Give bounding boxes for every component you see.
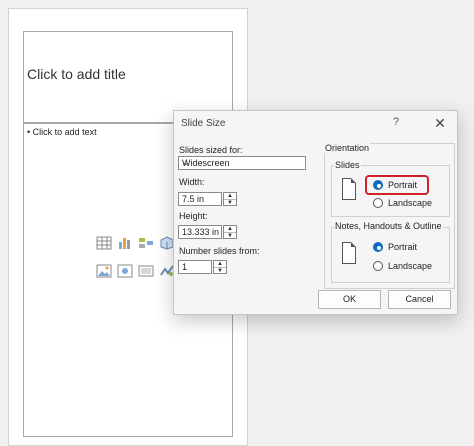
spin-down-icon[interactable]: ▼ xyxy=(214,267,226,274)
height-label: Height: xyxy=(179,211,208,221)
cancel-button[interactable]: Cancel xyxy=(388,290,451,309)
close-icon[interactable]: ✕ xyxy=(429,113,451,133)
height-field[interactable]: 13.333 in xyxy=(178,225,222,239)
spin-down-icon[interactable]: ▼ xyxy=(224,199,236,206)
number-slides-spinner[interactable]: ▲ ▼ xyxy=(213,260,227,274)
notes-group-label: Notes, Handouts & Outline xyxy=(334,221,443,231)
number-slides-from-value: 1 xyxy=(182,262,188,272)
slides-sized-for-label: Slides sized for: xyxy=(179,145,243,155)
table-icon[interactable] xyxy=(96,236,112,250)
help-button[interactable]: ? xyxy=(393,116,399,128)
notes-landscape-label[interactable]: Landscape xyxy=(388,261,432,271)
smartart-icon[interactable] xyxy=(138,236,154,250)
video-icon[interactable] xyxy=(138,264,154,278)
height-value: 13.333 in xyxy=(182,227,220,237)
chart-icon[interactable] xyxy=(117,236,133,250)
slides-landscape-radio[interactable] xyxy=(373,198,383,208)
dialog-title: Slide Size xyxy=(181,118,226,129)
spin-down-icon[interactable]: ▼ xyxy=(224,232,236,239)
portrait-highlight-box xyxy=(365,175,429,195)
width-spinner[interactable]: ▲ ▼ xyxy=(223,192,237,206)
width-label: Width: xyxy=(179,177,205,187)
notes-portrait-page-icon xyxy=(342,242,356,264)
stock-images-icon[interactable] xyxy=(117,264,133,278)
notes-portrait-label[interactable]: Portrait xyxy=(388,242,417,252)
slides-sized-for-select[interactable]: Widescreen ⌄ xyxy=(178,156,306,170)
picture-icon[interactable] xyxy=(96,264,112,278)
width-value: 7.5 in xyxy=(182,194,205,204)
ok-button[interactable]: OK xyxy=(318,290,381,309)
height-spinner[interactable]: ▲ ▼ xyxy=(223,225,237,239)
number-slides-from-label: Number slides from: xyxy=(179,246,260,256)
portrait-page-icon xyxy=(342,178,356,200)
width-field[interactable]: 7.5 in xyxy=(178,192,222,206)
content-placeholder-text: • Click to add text xyxy=(27,127,97,137)
number-slides-from-field[interactable]: 1 xyxy=(178,260,212,274)
notes-landscape-radio[interactable] xyxy=(373,261,383,271)
orientation-label: Orientation xyxy=(324,143,371,153)
title-placeholder-text: Click to add title xyxy=(27,66,126,82)
notes-portrait-radio[interactable] xyxy=(373,242,383,252)
slides-group-label: Slides xyxy=(334,160,361,170)
slide-size-dialog: Slide Size ? ✕ Slides sized for: Widescr… xyxy=(173,110,458,315)
chevron-down-icon: ⌄ xyxy=(182,157,190,167)
slides-landscape-label[interactable]: Landscape xyxy=(388,198,432,208)
